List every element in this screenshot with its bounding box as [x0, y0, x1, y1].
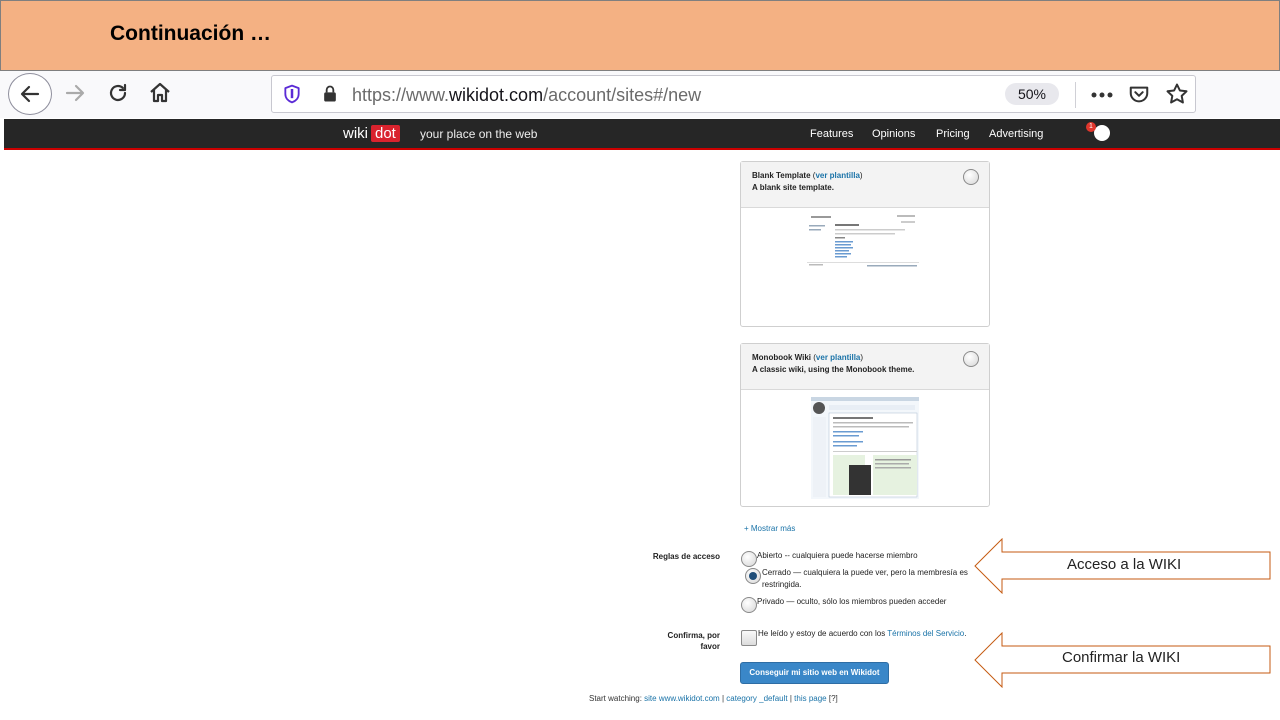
slide-header: Continuación …: [0, 0, 1280, 71]
tos-text: He leído y estoy de acuerdo con los Térm…: [758, 629, 967, 638]
lock-icon: [324, 85, 336, 102]
watch-page-link[interactable]: this page: [794, 694, 826, 703]
nav-advertising[interactable]: Advertising: [989, 128, 1043, 140]
show-more-link[interactable]: + Mostrar más: [744, 524, 795, 533]
tos-link[interactable]: Términos del Servicio: [887, 629, 964, 638]
reload-button[interactable]: [98, 71, 138, 115]
nav-opinions[interactable]: Opinions: [872, 128, 915, 140]
zoom-level-badge[interactable]: 50%: [1005, 83, 1059, 105]
wikidot-logo[interactable]: wiki dot: [343, 125, 400, 142]
view-template-link[interactable]: ver plantilla: [815, 171, 859, 180]
url-text: https://www.wikidot.com/account/sites#/n…: [352, 85, 702, 105]
nav-pricing[interactable]: Pricing: [936, 128, 970, 140]
access-closed-label-cont: restringida.: [762, 580, 802, 589]
watch-site-link[interactable]: site www.wikidot.com: [644, 694, 720, 703]
callout-confirm-text: Confirmar la WIKI: [1062, 649, 1181, 666]
template-card-monobook: Monobook Wiki (ver plantilla) A classic …: [740, 343, 990, 507]
access-private-label: Privado — oculto, sólo los miembros pued…: [757, 597, 947, 606]
access-closed-label: Cerrado — cualquiera la puede ver, pero …: [762, 568, 968, 577]
back-button[interactable]: [8, 73, 52, 115]
home-button[interactable]: [140, 71, 180, 115]
wikidot-navbar: wiki dot your place on the web Features O…: [4, 119, 1280, 150]
forward-button[interactable]: [55, 71, 95, 115]
access-open-label: Abierto -- cualquiera puede hacerse miem…: [757, 551, 918, 560]
callout-access-text: Acceso a la WIKI: [1067, 556, 1182, 573]
template-thumbnail-monobook: [811, 397, 919, 499]
template-radio-blank[interactable]: [963, 169, 979, 185]
access-closed-radio[interactable]: [745, 568, 761, 584]
bookmark-star-icon[interactable]: [1165, 82, 1189, 106]
pocket-icon[interactable]: [1128, 83, 1150, 105]
confirm-label: Confirma, por favor: [667, 631, 720, 651]
url-bar[interactable]: https://www.wikidot.com/account/sites#/n…: [271, 75, 1196, 113]
start-watching-footer: Start watching: site www.wikidot.com | c…: [589, 694, 838, 703]
shield-icon: [284, 84, 300, 104]
browser-toolbar: https://www.wikidot.com/account/sites#/n…: [0, 71, 1280, 118]
nav-features[interactable]: Features: [810, 128, 853, 140]
template-radio-monobook[interactable]: [963, 351, 979, 367]
template-thumbnail-blank: [807, 213, 919, 269]
access-rules-label: Reglas de acceso: [652, 552, 720, 561]
access-open-radio[interactable]: [741, 551, 757, 567]
watch-category-link[interactable]: category _default: [726, 694, 787, 703]
user-account-icon[interactable]: [1094, 125, 1110, 141]
more-options-icon[interactable]: [1090, 85, 1114, 105]
template-card-header: Monobook Wiki (ver plantilla) A classic …: [741, 344, 989, 390]
access-private-radio[interactable]: [741, 597, 757, 613]
url-separator: [1075, 82, 1076, 108]
arrow-right-icon: [65, 84, 85, 102]
home-icon: [150, 82, 170, 103]
template-card-header: Blank Template (ver plantilla) A blank s…: [741, 162, 989, 208]
notification-badge: 1: [1086, 122, 1096, 132]
arrow-left-icon: [20, 85, 40, 103]
reload-icon: [109, 83, 127, 102]
tos-checkbox[interactable]: [741, 630, 757, 646]
view-template-link[interactable]: ver plantilla: [816, 353, 860, 362]
template-card-blank: Blank Template (ver plantilla) A blank s…: [740, 161, 990, 327]
slide-title: Continuación …: [110, 22, 271, 45]
get-site-button[interactable]: Conseguir mi sitio web en Wikidot: [740, 662, 889, 684]
wikidot-tagline: your place on the web: [420, 127, 538, 141]
